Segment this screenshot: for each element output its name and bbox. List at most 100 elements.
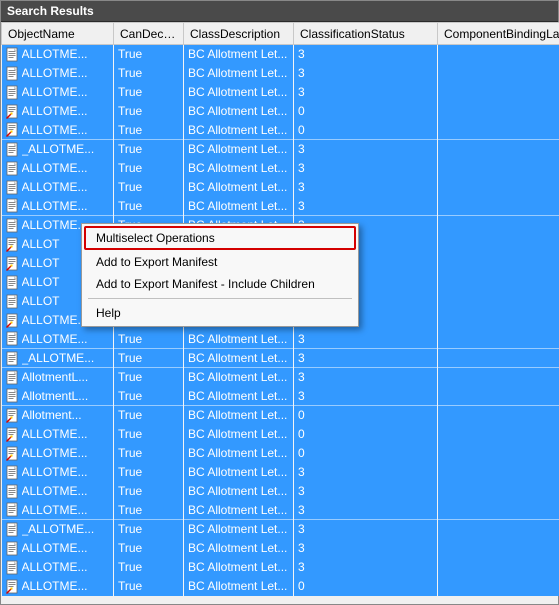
cell-classdescription: BC Allotment Let...: [184, 64, 294, 83]
document-icon: [6, 388, 19, 403]
cell-classificationstatus: 0: [294, 406, 438, 425]
table-row[interactable]: _ALLOTME...TrueBC Allotment Let...3: [2, 349, 559, 368]
cell-componentbindinglabel: [438, 102, 559, 121]
cell-componentbindinglabel: [438, 330, 559, 349]
menu-item[interactable]: Add to Export Manifest - Include Childre…: [84, 273, 356, 295]
cell-candeclare: True: [114, 330, 184, 349]
cell-classificationstatus: 0: [294, 444, 438, 463]
cell-classdescription: BC Allotment Let...: [184, 387, 294, 406]
table-row[interactable]: ALLOTME...TrueBC Allotment Let...3: [2, 501, 559, 520]
cell-componentbindinglabel: [438, 558, 559, 577]
cell-objectname: Allotment...: [22, 408, 110, 422]
cell-candeclare: True: [114, 349, 184, 368]
cell-classdescription: BC Allotment Let...: [184, 577, 294, 596]
cell-componentbindinglabel: [438, 45, 559, 64]
cell-componentbindinglabel: [438, 292, 559, 311]
cell-componentbindinglabel: [438, 178, 559, 197]
cell-objectname: ALLOTME...: [22, 579, 110, 593]
col-header-classdescription[interactable]: ClassDescription: [184, 23, 294, 45]
document-icon: [6, 198, 19, 213]
cell-objectname: _ALLOTME...: [22, 351, 110, 365]
cell-objectname: ALLOTME...: [22, 85, 110, 99]
cell-classdescription: BC Allotment Let...: [184, 482, 294, 501]
table-row[interactable]: ALLOTME...TrueBC Allotment Let...3: [2, 45, 559, 64]
document-icon: [6, 180, 19, 195]
cell-objectname: ALLOTME...: [22, 66, 110, 80]
cell-componentbindinglabel: [438, 159, 559, 178]
cell-componentbindinglabel: [438, 482, 559, 501]
table-row[interactable]: Allotment...TrueBC Allotment Let...0: [2, 406, 559, 425]
document-icon: [6, 142, 19, 157]
table-row[interactable]: _ALLOTME...TrueBC Allotment Let...3: [2, 140, 559, 159]
col-header-objectname[interactable]: ObjectName: [2, 23, 114, 45]
cell-classificationstatus: 3: [294, 178, 438, 197]
table-row[interactable]: ALLOTME...TrueBC Allotment Let...3: [2, 558, 559, 577]
table-row[interactable]: ALLOTME...TrueBC Allotment Let...3: [2, 482, 559, 501]
table-row[interactable]: AllotmentL...TrueBC Allotment Let...3: [2, 387, 559, 406]
cell-classificationstatus: 3: [294, 368, 438, 387]
cell-classificationstatus: 3: [294, 330, 438, 349]
document-icon: [6, 522, 19, 537]
cell-componentbindinglabel: [438, 425, 559, 444]
table-row[interactable]: AllotmentL...TrueBC Allotment Let...3: [2, 368, 559, 387]
col-header-classificationstatus[interactable]: ClassificationStatus: [294, 23, 438, 45]
cell-objectname: ALLOTME...: [22, 161, 110, 175]
table-row[interactable]: ALLOTME...TrueBC Allotment Let...0: [2, 425, 559, 444]
cell-objectname: AllotmentL...: [22, 370, 110, 384]
cell-objectname: ALLOTME...: [22, 465, 110, 479]
cell-classificationstatus: 0: [294, 577, 438, 596]
menu-item[interactable]: Add to Export Manifest: [84, 251, 356, 273]
table-row[interactable]: ALLOTME...TrueBC Allotment Let...3: [2, 539, 559, 558]
col-header-componentbindinglabel[interactable]: ComponentBindingLabel: [438, 23, 559, 45]
document-red-icon: [6, 237, 19, 252]
cell-objectname: ALLOTME...: [22, 446, 110, 460]
menu-item[interactable]: Multiselect Operations: [84, 226, 356, 250]
table-row[interactable]: ALLOTME...TrueBC Allotment Let...3: [2, 178, 559, 197]
cell-classdescription: BC Allotment Let...: [184, 501, 294, 520]
cell-objectname: ALLOTME...: [22, 104, 110, 118]
cell-classdescription: BC Allotment Let...: [184, 349, 294, 368]
document-icon: [6, 560, 19, 575]
table-row[interactable]: ALLOTME...TrueBC Allotment Let...0: [2, 444, 559, 463]
cell-componentbindinglabel: [438, 539, 559, 558]
cell-classdescription: BC Allotment Let...: [184, 102, 294, 121]
document-icon: [6, 294, 19, 309]
cell-componentbindinglabel: [438, 121, 559, 140]
table-row[interactable]: ALLOTME...TrueBC Allotment Let...0: [2, 121, 559, 140]
cell-classdescription: BC Allotment Let...: [184, 425, 294, 444]
table-row[interactable]: ALLOTME...TrueBC Allotment Let...3: [2, 83, 559, 102]
document-icon: [6, 66, 19, 81]
cell-classdescription: BC Allotment Let...: [184, 178, 294, 197]
cell-classificationstatus: 3: [294, 140, 438, 159]
cell-classificationstatus: 3: [294, 387, 438, 406]
cell-candeclare: True: [114, 159, 184, 178]
cell-candeclare: True: [114, 482, 184, 501]
cell-candeclare: True: [114, 577, 184, 596]
cell-candeclare: True: [114, 368, 184, 387]
cell-componentbindinglabel: [438, 197, 559, 216]
cell-classificationstatus: 3: [294, 501, 438, 520]
table-row[interactable]: _ALLOTME...TrueBC Allotment Let...3: [2, 520, 559, 539]
document-icon: [6, 161, 19, 176]
table-row[interactable]: ALLOTME... TrueBC Allotment Let...0: [2, 577, 559, 596]
cell-objectname: AllotmentL...: [22, 389, 110, 403]
col-header-candeclare[interactable]: CanDeclare: [114, 23, 184, 45]
document-icon: [6, 370, 19, 385]
cell-objectname: ALLOTME...: [22, 541, 110, 555]
document-red-icon: [6, 579, 19, 594]
cell-componentbindinglabel: [438, 349, 559, 368]
document-icon: [6, 85, 19, 100]
menu-item[interactable]: Help: [84, 302, 356, 324]
table-row[interactable]: ALLOTME...TrueBC Allotment Let...3: [2, 463, 559, 482]
cell-componentbindinglabel: [438, 311, 559, 330]
cell-classificationstatus: 3: [294, 482, 438, 501]
table-row[interactable]: ALLOTME...TrueBC Allotment Let...3: [2, 159, 559, 178]
table-row[interactable]: ALLOTME...TrueBC Allotment Let...3: [2, 197, 559, 216]
cell-candeclare: True: [114, 197, 184, 216]
cell-candeclare: True: [114, 425, 184, 444]
table-row[interactable]: ALLOTME...TrueBC Allotment Let...3: [2, 64, 559, 83]
table-row[interactable]: ALLOTME...TrueBC Allotment Let...0: [2, 102, 559, 121]
document-icon: [6, 331, 19, 346]
menu-separator: [88, 298, 352, 299]
table-row[interactable]: ALLOTME...TrueBC Allotment Let...3: [2, 330, 559, 349]
